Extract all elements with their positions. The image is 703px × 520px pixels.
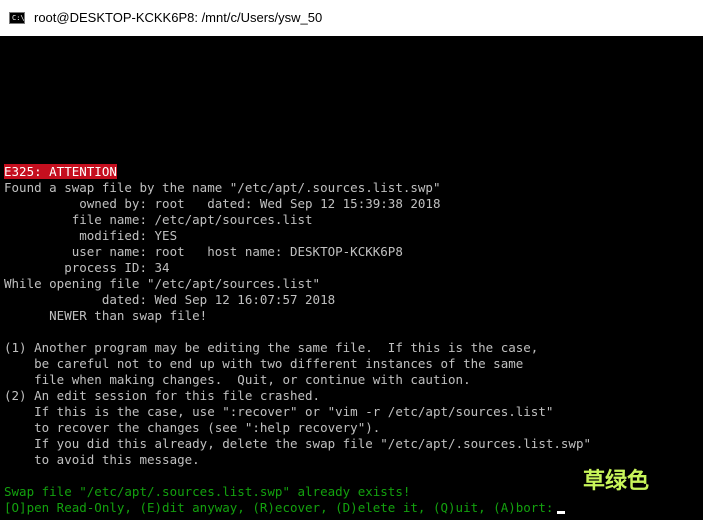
- terminal-line-text: (2) An edit session for this file crashe…: [4, 388, 321, 403]
- watermark-text: 草绿色: [583, 469, 650, 494]
- terminal-line: user name: root host name: DESKTOP-KCKK6…: [4, 244, 403, 260]
- terminal-line: (2) An edit session for this file crashe…: [4, 388, 320, 404]
- terminal-line-text: file name: /etc/apt/sources.list: [4, 212, 313, 227]
- terminal-line: owned by: root dated: Wed Sep 12 15:39:3…: [4, 196, 441, 212]
- swap-exists-message: Swap file "/etc/apt/.sources.list.swp" a…: [4, 484, 411, 499]
- error-code-label: E325: ATTENTION: [4, 164, 117, 179]
- terminal-line-text: dated: Wed Sep 12 16:07:57 2018: [4, 292, 336, 307]
- terminal-line-text: (1) Another program may be editing the s…: [4, 340, 539, 355]
- terminal-line-text: modified: YES: [4, 228, 178, 243]
- terminal-line: Swap file "/etc/apt/.sources.list.swp" a…: [4, 484, 410, 500]
- terminal-line: (1) Another program may be editing the s…: [4, 340, 538, 356]
- terminal-line-text: user name: root host name: DESKTOP-KCKK6…: [4, 244, 403, 259]
- terminal-line: While opening file "/etc/apt/sources.lis…: [4, 276, 320, 292]
- console-icon: C:\: [9, 12, 25, 24]
- terminal-line: to avoid this message.: [4, 452, 200, 468]
- terminal-line-text: If you did this already, delete the swap…: [4, 436, 591, 451]
- terminal-line-text: to recover the changes (see ":help recov…: [4, 420, 381, 435]
- terminal-window: C:\ root@DESKTOP-KCKK6P8: /mnt/c/Users/y…: [0, 0, 703, 520]
- terminal-line-text: be careful not to end up with two differ…: [4, 356, 524, 371]
- terminal-line: to recover the changes (see ":help recov…: [4, 420, 380, 436]
- terminal-line: dated: Wed Sep 12 16:07:57 2018: [4, 292, 335, 308]
- swap-prompt: [O]pen Read-Only, (E)dit anyway, (R)ecov…: [4, 500, 554, 515]
- terminal-line-text: process ID: 34: [4, 260, 170, 275]
- terminal-line-text: NEWER than swap file!: [4, 308, 208, 323]
- terminal-line: NEWER than swap file!: [4, 308, 207, 324]
- terminal-line-text: to avoid this message.: [4, 452, 200, 467]
- title-bar[interactable]: C:\ root@DESKTOP-KCKK6P8: /mnt/c/Users/y…: [0, 0, 703, 36]
- terminal-output[interactable]: E325: ATTENTION Found a swap file by the …: [4, 36, 703, 520]
- terminal-line: Found a swap file by the name "/etc/apt/…: [4, 180, 441, 196]
- terminal-line[interactable]: [O]pen Read-Only, (E)dit anyway, (R)ecov…: [4, 500, 566, 516]
- terminal-line-text: While opening file "/etc/apt/sources.lis…: [4, 276, 321, 291]
- terminal-line: modified: YES: [4, 228, 177, 244]
- terminal-line-text: Found a swap file by the name "/etc/apt/…: [4, 180, 441, 195]
- terminal-line-text: file when making changes. Quit, or conti…: [4, 372, 471, 387]
- terminal-line: file when making changes. Quit, or conti…: [4, 372, 471, 388]
- terminal-line: file name: /etc/apt/sources.list: [4, 212, 313, 228]
- terminal-line-text: owned by: root dated: Wed Sep 12 15:39:3…: [4, 196, 441, 211]
- terminal-line: E325: ATTENTION: [4, 164, 117, 180]
- terminal-line: If you did this already, delete the swap…: [4, 436, 591, 452]
- terminal-line-text: If this is the case, use ":recover" or "…: [4, 404, 554, 419]
- terminal-line: process ID: 34: [4, 260, 170, 276]
- terminal-line: If this is the case, use ":recover" or "…: [4, 404, 553, 420]
- window-title: root@DESKTOP-KCKK6P8: /mnt/c/Users/ysw_5…: [34, 10, 323, 25]
- terminal-line: be careful not to end up with two differ…: [4, 356, 523, 372]
- text-cursor: [557, 511, 566, 514]
